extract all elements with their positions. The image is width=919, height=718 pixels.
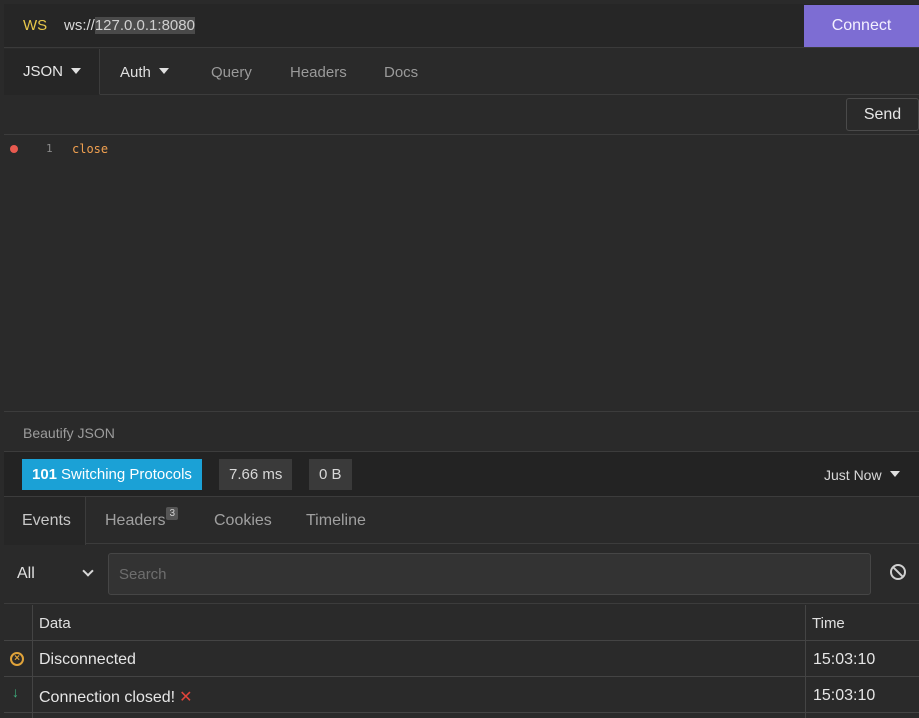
tab-events-label: Events xyxy=(22,512,71,529)
cross-mark-icon: ✕ xyxy=(179,689,193,706)
tab-query-label: Query xyxy=(211,63,252,81)
tab-cookies[interactable]: Cookies xyxy=(214,497,272,544)
table-row[interactable]: ↓ Connection closed! ✕ 15:03:10 xyxy=(4,677,919,713)
tab-json[interactable]: JSON xyxy=(4,49,100,95)
request-tabs: JSON Auth Query Headers Docs xyxy=(4,49,919,95)
response-tabs: Events Headers 3 Cookies Timeline xyxy=(4,497,919,545)
response-size-badge: 0 B xyxy=(309,459,352,490)
response-status-bar: 101 Switching Protocols 7.66 ms 0 B Just … xyxy=(4,452,919,497)
event-data: Connection closed! xyxy=(39,689,176,706)
event-time: 15:03:10 xyxy=(813,687,876,704)
response-time-badge: 7.66 ms xyxy=(219,459,293,490)
url-scheme: ws:// xyxy=(64,17,95,34)
url-host: 127.0.0.1:8080 xyxy=(94,17,195,34)
search-input[interactable] xyxy=(108,553,871,595)
tab-docs[interactable]: Docs xyxy=(384,49,418,95)
tab-response-headers[interactable]: Headers 3 xyxy=(105,497,179,544)
status-text: Switching Protocols xyxy=(61,466,192,483)
tab-json-label: JSON xyxy=(23,63,64,80)
connect-button[interactable]: Connect xyxy=(804,5,919,47)
url-bar: WS ws://127.0.0.1:8080 Connect xyxy=(4,4,919,48)
chevron-down-icon[interactable] xyxy=(82,565,94,577)
lint-error-icon xyxy=(10,145,18,153)
table-header: Data Time xyxy=(4,605,919,641)
status-badge: 101 Switching Protocols xyxy=(22,459,202,490)
events-filter-row: All xyxy=(4,545,919,604)
column-header-time[interactable]: Time xyxy=(812,615,845,632)
send-toolbar: Send xyxy=(4,95,919,135)
history-dropdown[interactable]: Just Now xyxy=(824,467,900,483)
clear-events-icon[interactable] xyxy=(890,564,906,580)
event-data: Disconnected xyxy=(39,651,136,668)
tab-headers[interactable]: Headers xyxy=(290,49,347,95)
events-table: Data Time × Disconnected 15:03:10 ↓ Conn… xyxy=(4,605,919,718)
caret-down-icon xyxy=(158,68,169,74)
event-time: 15:03:10 xyxy=(813,651,876,668)
table-row[interactable]: × Disconnected 15:03:10 xyxy=(4,641,919,677)
tab-response-headers-label: Headers xyxy=(105,511,166,529)
tab-timeline[interactable]: Timeline xyxy=(306,497,366,544)
tab-query[interactable]: Query xyxy=(211,49,252,95)
headers-count-badge: 3 xyxy=(166,507,179,520)
history-label: Just Now xyxy=(824,467,882,483)
message-editor[interactable]: 1 close xyxy=(4,136,919,412)
status-code: 101 xyxy=(32,466,58,483)
tab-auth[interactable]: Auth xyxy=(120,49,169,95)
tab-docs-label: Docs xyxy=(384,63,419,81)
editor-footer: Beautify JSON xyxy=(4,413,919,452)
url-input[interactable]: ws://127.0.0.1:8080 xyxy=(64,17,195,34)
event-data-cell: Connection closed! ✕ xyxy=(39,687,193,707)
column-header-data[interactable]: Data xyxy=(39,615,71,632)
send-button[interactable]: Send xyxy=(846,98,919,131)
event-type-select[interactable]: All xyxy=(17,565,35,583)
line-number: 1 xyxy=(46,142,53,155)
caret-down-icon xyxy=(71,67,82,74)
tab-events[interactable]: Events xyxy=(4,497,86,545)
tab-auth-label: Auth xyxy=(120,63,151,81)
beautify-json-button[interactable]: Beautify JSON xyxy=(23,425,115,441)
x-circle-icon: × xyxy=(10,652,24,666)
tab-timeline-label: Timeline xyxy=(306,511,366,529)
tab-headers-label: Headers xyxy=(290,63,347,81)
caret-down-icon xyxy=(889,471,900,477)
arrow-down-icon: ↓ xyxy=(12,684,19,700)
tab-cookies-label: Cookies xyxy=(214,511,272,529)
protocol-label[interactable]: WS xyxy=(23,17,47,34)
code-line[interactable]: close xyxy=(72,142,108,156)
